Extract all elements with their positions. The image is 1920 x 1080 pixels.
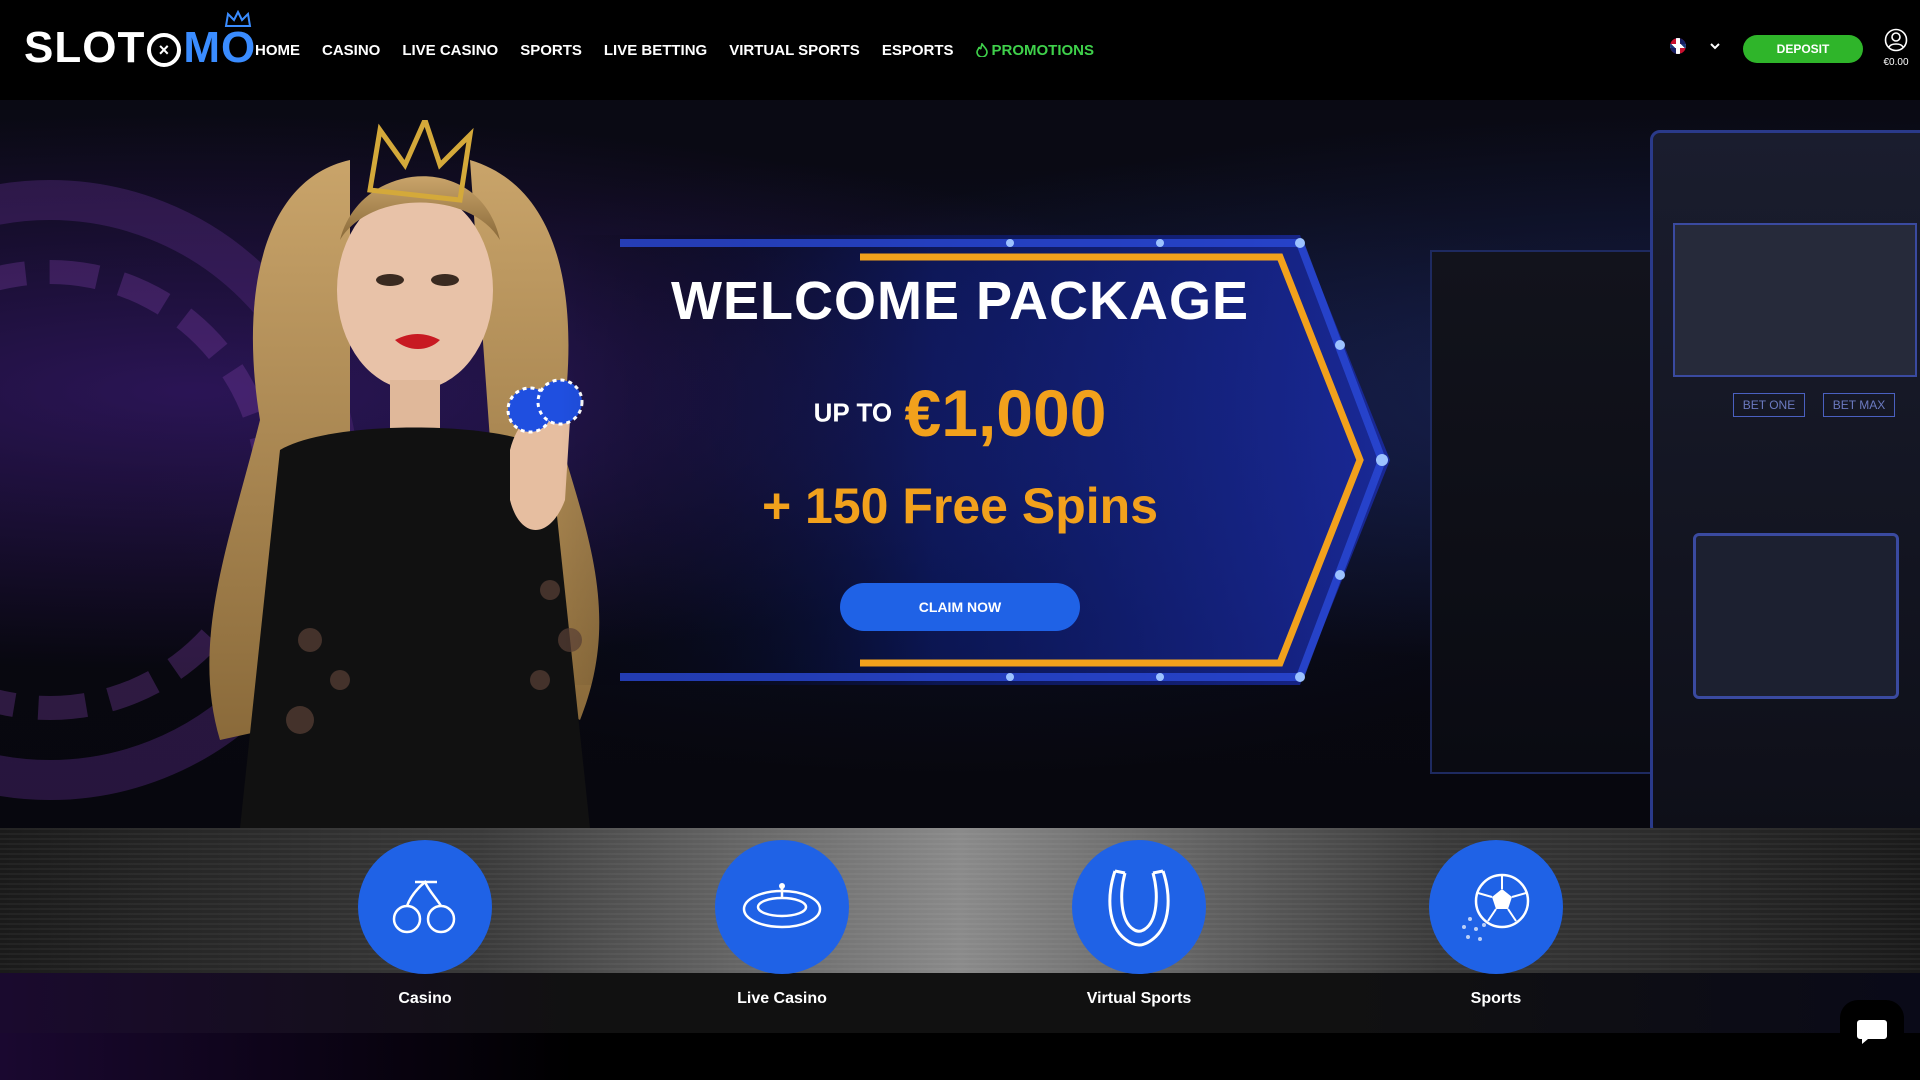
category-casino-label: Casino <box>398 990 452 1007</box>
nav-casino[interactable]: CASINO <box>322 42 380 59</box>
soccer-ball-icon <box>1462 873 1530 941</box>
nav-sports[interactable]: SPORTS <box>520 42 582 59</box>
nav-live-betting[interactable]: LIVE BETTING <box>604 42 707 59</box>
category-virtual-sports[interactable]: Virtual Sports <box>1039 840 1239 1008</box>
slotimo-logo[interactable]: SLOT × MO <box>24 10 257 78</box>
category-live-casino[interactable]: Live Casino <box>682 840 882 1008</box>
nav-esports[interactable]: ESPORTS <box>882 42 954 59</box>
hero-banner: BET ONE BET MAX WELCOME PACKAGE UP TO €1… <box>0 100 1920 828</box>
claim-now-button[interactable]: CLAIM NOW <box>840 583 1080 631</box>
casino-circle <box>358 840 492 974</box>
account-menu[interactable]: €0.00 <box>1880 28 1912 68</box>
logo-text-part2: MO <box>183 23 257 72</box>
nav-promotions-label: PROMOTIONS <box>991 41 1095 59</box>
chevron-down-icon <box>1710 43 1720 50</box>
user-icon <box>1884 28 1908 52</box>
up-to-label: UP TO <box>813 397 893 428</box>
bonus-amount: €1,000 <box>904 376 1107 450</box>
live-casino-circle <box>715 840 849 974</box>
horseshoe-icon <box>1108 869 1170 947</box>
sports-circle <box>1429 840 1563 974</box>
language-selector[interactable] <box>1670 38 1722 54</box>
free-spins-text: + 150 Free Spins <box>761 478 1159 534</box>
slot-lower-screen <box>1693 533 1899 699</box>
logo-text-part1: SLOT <box>24 23 146 72</box>
category-virtual-sports-label: Virtual Sports <box>1086 990 1192 1007</box>
category-band-lower <box>0 973 1920 1033</box>
category-sports[interactable]: Sports <box>1396 840 1596 1008</box>
deposit-button[interactable]: DEPOSIT <box>1743 35 1863 63</box>
virtual-sports-circle <box>1072 840 1206 974</box>
slot-bet-one-label: BET ONE <box>1733 393 1805 417</box>
balance-amount: €0.00 <box>1883 57 1909 68</box>
uk-flag-icon <box>1670 38 1686 54</box>
slot-machine-graphic: BET ONE BET MAX <box>1650 130 1920 828</box>
top-header: SLOT × MO HOME CASINO LIVE CASINO SPORTS L… <box>0 0 1920 100</box>
roulette-icon <box>742 883 822 929</box>
slot-bet-max-label: BET MAX <box>1823 393 1895 417</box>
welcome-package-title: WELCOME PACKAGE <box>671 271 1249 331</box>
flame-icon <box>975 43 988 57</box>
crown-icon <box>225 10 252 27</box>
cherries-icon <box>392 879 456 934</box>
logo-ring-icon: × <box>147 33 182 67</box>
category-casino[interactable]: Casino <box>325 840 525 1008</box>
nav-virtual-sports[interactable]: VIRTUAL SPORTS <box>729 42 860 59</box>
slot-machine-back-graphic <box>1430 250 1674 774</box>
slot-reels <box>1673 223 1917 377</box>
main-nav: HOME CASINO LIVE CASINO SPORTS LIVE BETT… <box>255 0 1116 100</box>
chat-bubble-icon <box>1857 1020 1887 1044</box>
bonus-amount-line: UP TO €1,000 <box>560 375 1360 451</box>
nav-home[interactable]: HOME <box>255 42 300 59</box>
nav-promotions[interactable]: PROMOTIONS <box>975 41 1095 59</box>
nav-live-casino[interactable]: LIVE CASINO <box>402 42 498 59</box>
category-live-casino-label: Live Casino <box>737 990 827 1007</box>
page-bottom-strip <box>0 1033 1920 1080</box>
live-chat-button[interactable] <box>1840 1000 1904 1064</box>
category-band <box>0 828 1920 973</box>
category-sports-label: Sports <box>1470 990 1522 1007</box>
